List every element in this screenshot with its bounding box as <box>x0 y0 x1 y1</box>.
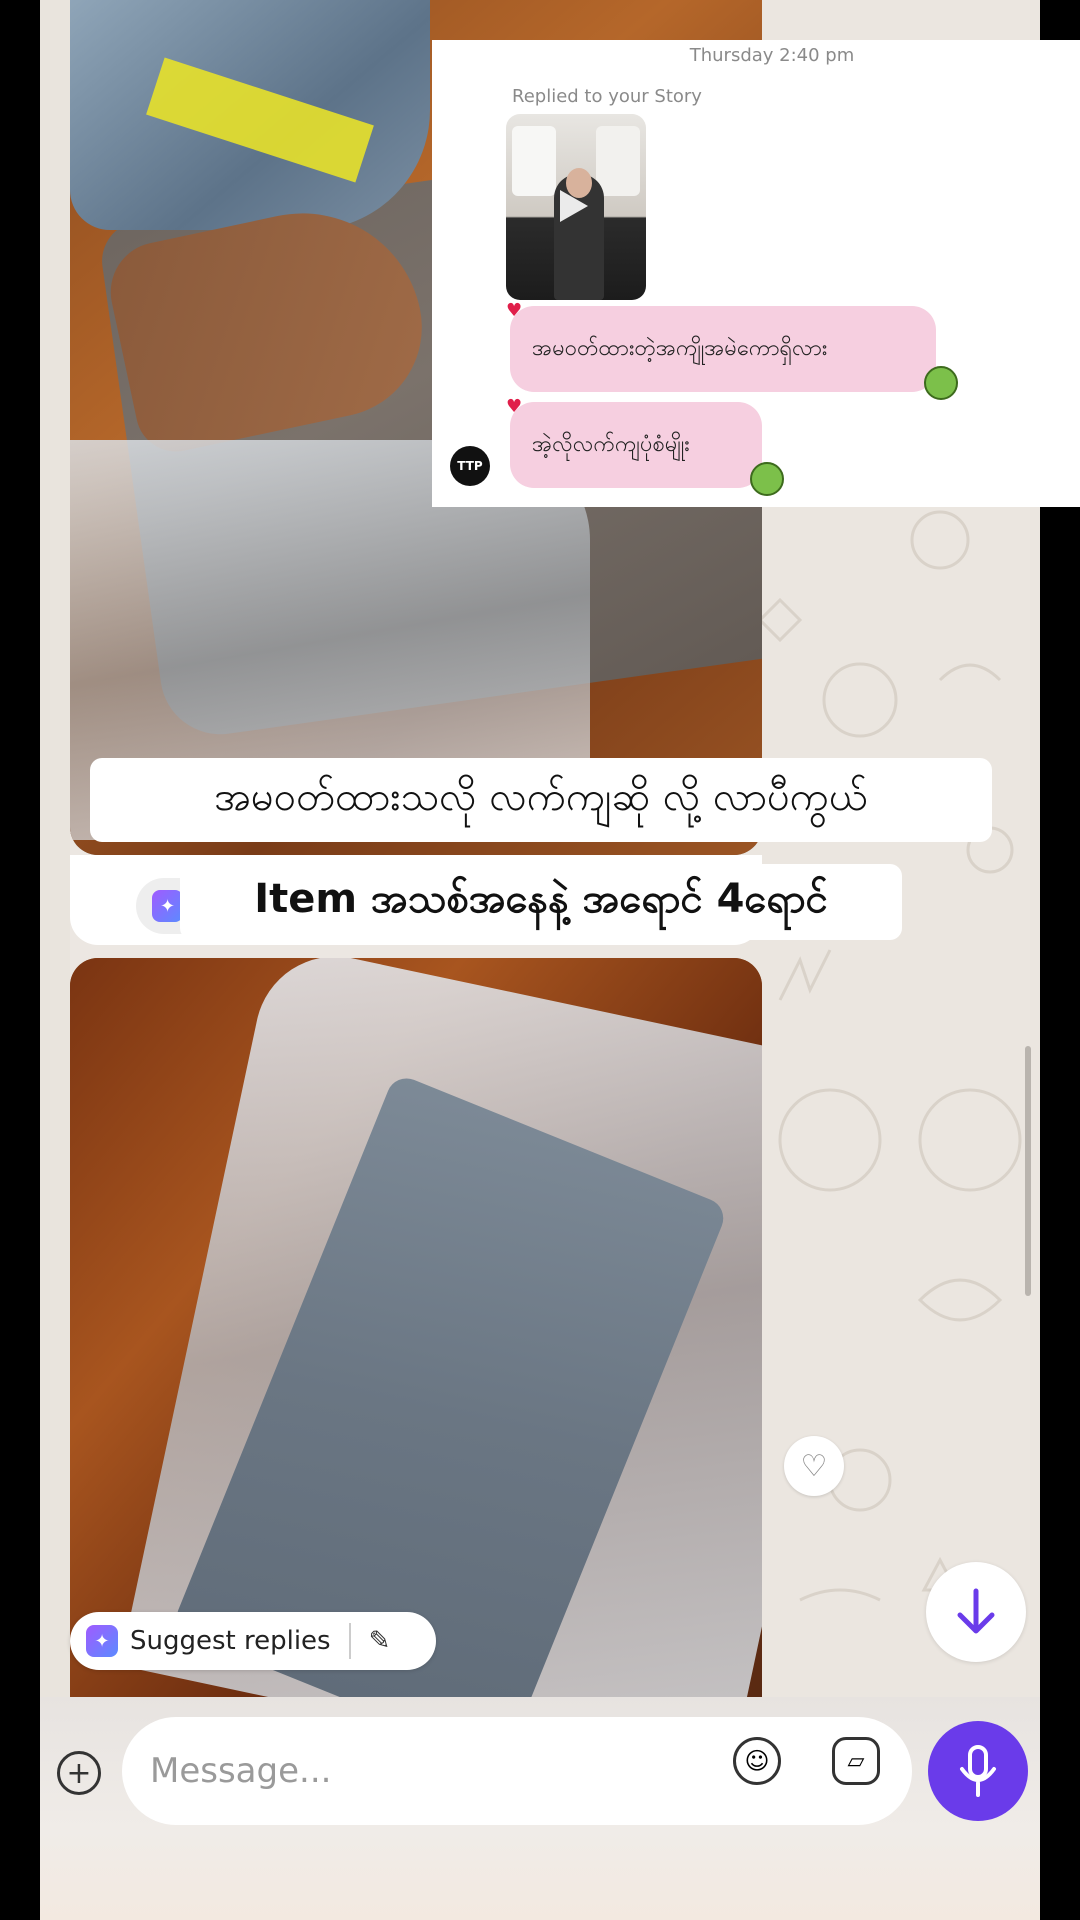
caption-line-2: Item အသစ်အနေနဲ့ အရောင် 4ရောင် <box>180 864 902 940</box>
sticker-icon[interactable]: ▱ <box>832 1737 880 1785</box>
scroll-down-button[interactable] <box>926 1562 1026 1662</box>
frog-sticker-icon <box>924 366 958 400</box>
suggest-replies-button[interactable]: ✦ Suggest replies ✎ <box>70 1612 436 1670</box>
story-message-2-text: အဲ့လိုလက်ကျပုံစံမျိုး <box>532 431 690 457</box>
frog-sticker-icon <box>750 462 784 496</box>
arrow-down-icon <box>957 1588 995 1634</box>
avatar[interactable]: TTP <box>450 446 490 486</box>
scrollbar[interactable] <box>1025 1046 1031 1296</box>
smile-icon[interactable]: ☺ <box>733 1737 781 1785</box>
story-message-1-text: အမဝတ်ထားတဲ့အကျိုအမဲကောရှိလား <box>532 335 828 361</box>
timestamp: Thursday 2:40 pm <box>689 45 855 66</box>
thumbnail-shirt <box>596 126 640 196</box>
chat-background-left <box>40 0 70 1700</box>
plus-icon[interactable]: + <box>57 1751 101 1795</box>
message-input[interactable]: Message... <box>122 1717 912 1825</box>
pen-sparkle-icon[interactable]: ✎ <box>369 1626 391 1656</box>
caption-line-1: အမဝတ်ထားသလို လက်ကျဆို လို့ လာပီကွယ် <box>90 758 992 842</box>
sparkle-icon: ✦ <box>152 890 184 922</box>
sparkle-icon: ✦ <box>86 1625 118 1657</box>
replied-to-story-label: Replied to your Story <box>512 86 702 107</box>
heart-icon: ♥ <box>506 396 523 417</box>
play-icon <box>560 190 588 222</box>
divider <box>348 1623 351 1659</box>
story-thumbnail[interactable] <box>506 114 646 300</box>
heart-icon: ♥ <box>506 300 523 321</box>
composer: + Message... ☺ ▱ <box>40 1697 1040 1920</box>
story-reply-screenshot: Thursday 2:40 pm Replied to your Story ♥… <box>432 40 1080 507</box>
story-message-1[interactable]: ♥ အမဝတ်ထားတဲ့အကျိုအမဲကောရှိလား <box>506 300 958 400</box>
message-placeholder: Message... <box>150 1751 332 1791</box>
story-message-2[interactable]: ♥ အဲ့လိုလက်ကျပုံစံမျိုး <box>506 396 784 496</box>
suggest-replies-label: Suggest replies <box>130 1626 331 1656</box>
mic-icon <box>960 1745 996 1797</box>
thumbnail-shirt <box>512 126 556 196</box>
mic-button[interactable] <box>928 1721 1028 1821</box>
heart-icon[interactable]: ♡ <box>784 1436 844 1496</box>
product-photo-2[interactable] <box>70 958 762 1700</box>
